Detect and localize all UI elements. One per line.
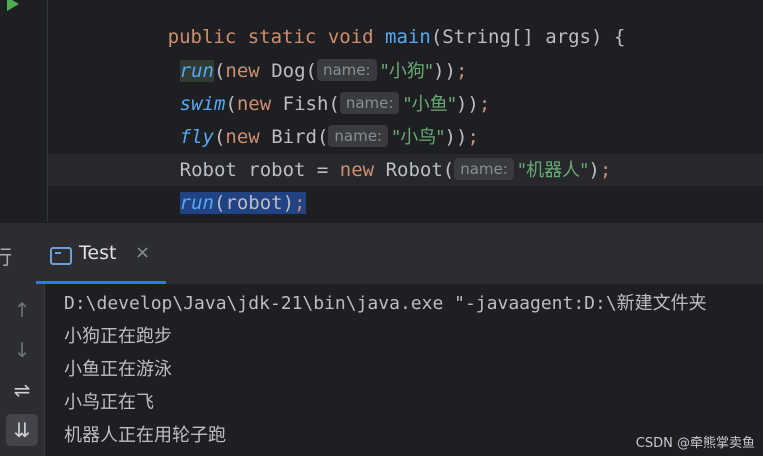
code-line-run-robot[interactable]: run(robot);	[111, 154, 306, 214]
soft-wrap-icon[interactable]: ⇌	[6, 374, 38, 406]
console-output-line: 机器人正在用轮子跑	[64, 425, 226, 446]
console-output-line: 小狗正在跑步	[64, 326, 172, 347]
console-command-line: D:\develop\Java\jdk-21\bin\java.exe "-ja…	[64, 293, 707, 314]
run-tool-header: 行 Test ×	[0, 222, 763, 285]
editor-gutter	[0, 0, 48, 222]
tab-test-label: Test	[79, 242, 117, 264]
param-hint-name: name:	[454, 158, 514, 180]
run-tool-window: 行 Test × ↑ ↓ ⇌ ⇊ D:\develop\Java\jdk-21\…	[0, 222, 763, 456]
method-call-run-selected: run	[179, 192, 214, 214]
run-main-icon[interactable]	[7, 0, 19, 11]
console-output[interactable]: D:\develop\Java\jdk-21\bin\java.exe "-ja…	[45, 284, 763, 456]
code-editor[interactable]: public static void main(String[] args) {…	[0, 0, 763, 222]
code-line-fly-bird[interactable]: fly(new Bird(name: "小鸟"));	[111, 88, 479, 148]
console-output-line: 小鸟正在飞	[64, 392, 154, 413]
string-literal: "机器人"	[517, 160, 589, 181]
console-side-toolbar: ↑ ↓ ⇌ ⇊	[0, 284, 45, 456]
code-line-robot-decl[interactable]: Robot robot = new Robot(name: "机器人");	[111, 121, 611, 181]
code-line-run-dog[interactable]: run(new Dog(name: "小狗"));	[111, 22, 467, 82]
robot-argument: (robot)	[213, 192, 295, 214]
scroll-to-end-icon[interactable]: ⇊	[6, 414, 38, 446]
code-line-swim-fish[interactable]: swim(new Fish(name: "小鱼"));	[111, 55, 490, 115]
class-robot: Robot(	[374, 159, 455, 181]
arrow-up-icon[interactable]: ↑	[6, 294, 38, 326]
arrow-down-icon[interactable]: ↓	[6, 334, 38, 366]
keyword-new: new	[339, 159, 375, 181]
close-icon[interactable]: ×	[135, 242, 150, 263]
console-output-line: 小鱼正在游泳	[64, 359, 172, 380]
tab-test[interactable]: Test ×	[36, 233, 166, 284]
console-tab-icon	[50, 247, 72, 265]
code-line-main-signature[interactable]: public static void main(String[] args) {	[99, 0, 626, 48]
watermark: CSDN @牵熊掌卖鱼	[633, 432, 757, 451]
run-label-truncated: 行	[0, 245, 12, 269]
ide-window: public static void main(String[] args) {…	[0, 0, 763, 456]
code-line-closing-brace[interactable]: }	[99, 186, 179, 219]
